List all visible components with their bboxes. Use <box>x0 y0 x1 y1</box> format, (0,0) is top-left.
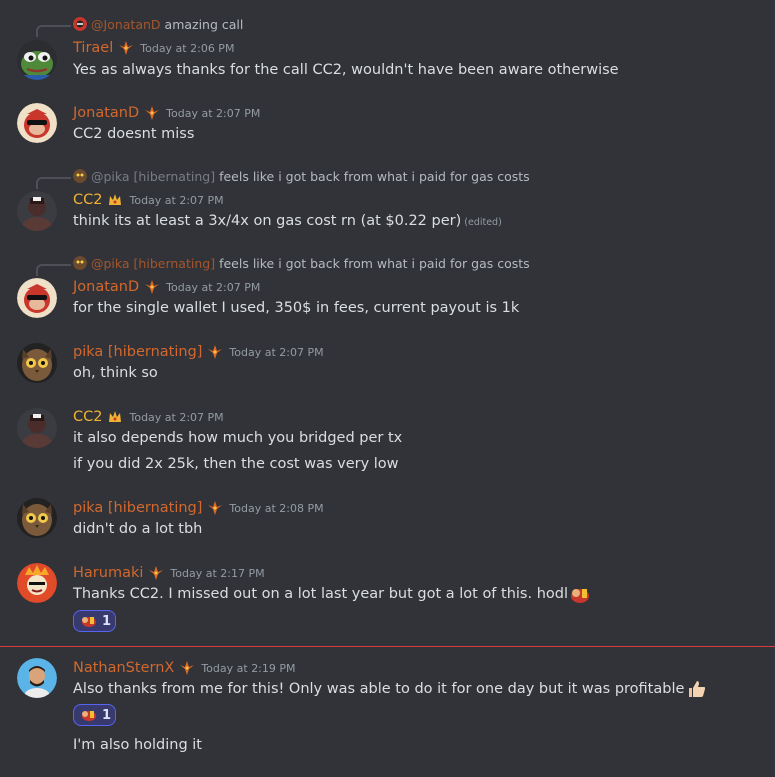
crown-badge-icon <box>107 409 123 425</box>
message-header: pika [hibernating] Today at 2:08 PM <box>73 498 324 518</box>
avatar[interactable] <box>17 191 57 231</box>
crown-badge-icon <box>107 192 123 208</box>
username[interactable]: pika [hibernating] <box>73 344 202 360</box>
timestamp[interactable]: Today at 2:07 PM <box>166 281 260 294</box>
username[interactable]: CC2 <box>73 409 102 425</box>
message-header: CC2 Today at 2:07 PM <box>73 407 224 427</box>
avatar[interactable] <box>17 408 57 448</box>
phoenix-badge-icon <box>118 40 134 56</box>
reply-username[interactable]: @pika [hibernating] <box>91 169 215 184</box>
avatar[interactable] <box>17 658 57 698</box>
hodl-emoji-icon <box>568 584 590 604</box>
phoenix-badge-icon <box>207 500 223 516</box>
username[interactable]: CC2 <box>73 192 102 208</box>
timestamp[interactable]: Today at 2:06 PM <box>140 42 234 55</box>
message-header: NathanSternX Today at 2:19 PM <box>73 658 296 678</box>
message-header: JonatanD Today at 2:07 PM <box>73 277 260 297</box>
avatar[interactable] <box>17 103 57 143</box>
message-text: didn't do a lot tbh <box>73 521 203 537</box>
phoenix-badge-icon <box>179 660 195 676</box>
reaction-count: 1 <box>102 707 112 723</box>
username[interactable]: pika [hibernating] <box>73 500 202 516</box>
message-text: CC2 doesnt miss <box>73 126 195 142</box>
reaction-count: 1 <box>102 613 112 629</box>
reply-preview[interactable]: @pika [hibernating] feels like i got bac… <box>73 168 530 184</box>
timestamp[interactable]: Today at 2:08 PM <box>229 502 323 515</box>
reply-spine <box>36 264 71 276</box>
message-text: Also thanks from me for this! Only was a… <box>73 679 707 699</box>
message-feed: @JonatanD amazing call Tirael Today at 2… <box>0 0 775 777</box>
timestamp[interactable]: Today at 2:07 PM <box>229 346 323 359</box>
reply-username[interactable]: @pika [hibernating] <box>91 256 215 271</box>
phoenix-badge-icon <box>148 565 164 581</box>
reply-text[interactable]: amazing call <box>165 17 244 32</box>
message-text: oh, think so <box>73 365 158 381</box>
reaction-button[interactable]: 1 <box>73 610 116 632</box>
message-text: it also depends how much you bridged per… <box>73 430 403 446</box>
hodl-emoji-icon <box>79 708 97 722</box>
avatar[interactable] <box>17 40 57 80</box>
phoenix-badge-icon <box>207 344 223 360</box>
timestamp[interactable]: Today at 2:07 PM <box>166 107 260 120</box>
hodl-emoji-icon <box>79 614 97 628</box>
reply-text[interactable]: feels like i got back from what i paid f… <box>219 256 530 271</box>
avatar[interactable] <box>17 498 57 538</box>
avatar[interactable] <box>17 278 57 318</box>
reply-spine <box>36 25 71 37</box>
reply-text[interactable]: feels like i got back from what i paid f… <box>219 169 530 184</box>
timestamp[interactable]: Today at 2:17 PM <box>170 567 264 580</box>
message-text: think its at least a 3x/4x on gas cost r… <box>73 213 502 229</box>
new-messages-divider <box>0 646 775 647</box>
reply-username[interactable]: @JonatanD <box>91 17 161 32</box>
username[interactable]: JonatanD <box>73 279 139 295</box>
avatar[interactable] <box>17 343 57 383</box>
message-text: for the single wallet I used, 350$ in fe… <box>73 300 520 316</box>
thumbs-up-icon <box>687 679 707 699</box>
phoenix-badge-icon <box>144 279 160 295</box>
message-text: if you did 2x 25k, then the cost was ver… <box>73 456 399 472</box>
username[interactable]: NathanSternX <box>73 660 174 676</box>
username[interactable]: Harumaki <box>73 565 143 581</box>
message-header: JonatanD Today at 2:07 PM <box>73 103 260 123</box>
message-header: CC2 Today at 2:07 PM <box>73 190 224 210</box>
timestamp[interactable]: Today at 2:07 PM <box>129 194 223 207</box>
message-text: Yes as always thanks for the call CC2, w… <box>73 62 619 78</box>
message-header: pika [hibernating] Today at 2:07 PM <box>73 342 324 362</box>
message-text: I'm also holding it <box>73 737 202 753</box>
reply-avatar-icon <box>73 17 87 31</box>
reply-preview[interactable]: @JonatanD amazing call <box>73 16 243 32</box>
reaction-button[interactable]: 1 <box>73 704 116 726</box>
edited-label: (edited) <box>464 217 502 228</box>
reply-spine <box>36 177 71 189</box>
phoenix-badge-icon <box>144 105 160 121</box>
reply-preview[interactable]: @pika [hibernating] feels like i got bac… <box>73 255 530 271</box>
avatar[interactable] <box>17 563 57 603</box>
timestamp[interactable]: Today at 2:07 PM <box>129 411 223 424</box>
message-header: Harumaki Today at 2:17 PM <box>73 563 265 583</box>
message-header: Tirael Today at 2:06 PM <box>73 38 234 58</box>
timestamp[interactable]: Today at 2:19 PM <box>201 662 295 675</box>
username[interactable]: JonatanD <box>73 105 139 121</box>
reply-avatar-icon <box>73 256 87 270</box>
username[interactable]: Tirael <box>73 40 113 56</box>
message-text: Thanks CC2. I missed out on a lot last y… <box>73 584 590 604</box>
reply-avatar-icon <box>73 169 87 183</box>
